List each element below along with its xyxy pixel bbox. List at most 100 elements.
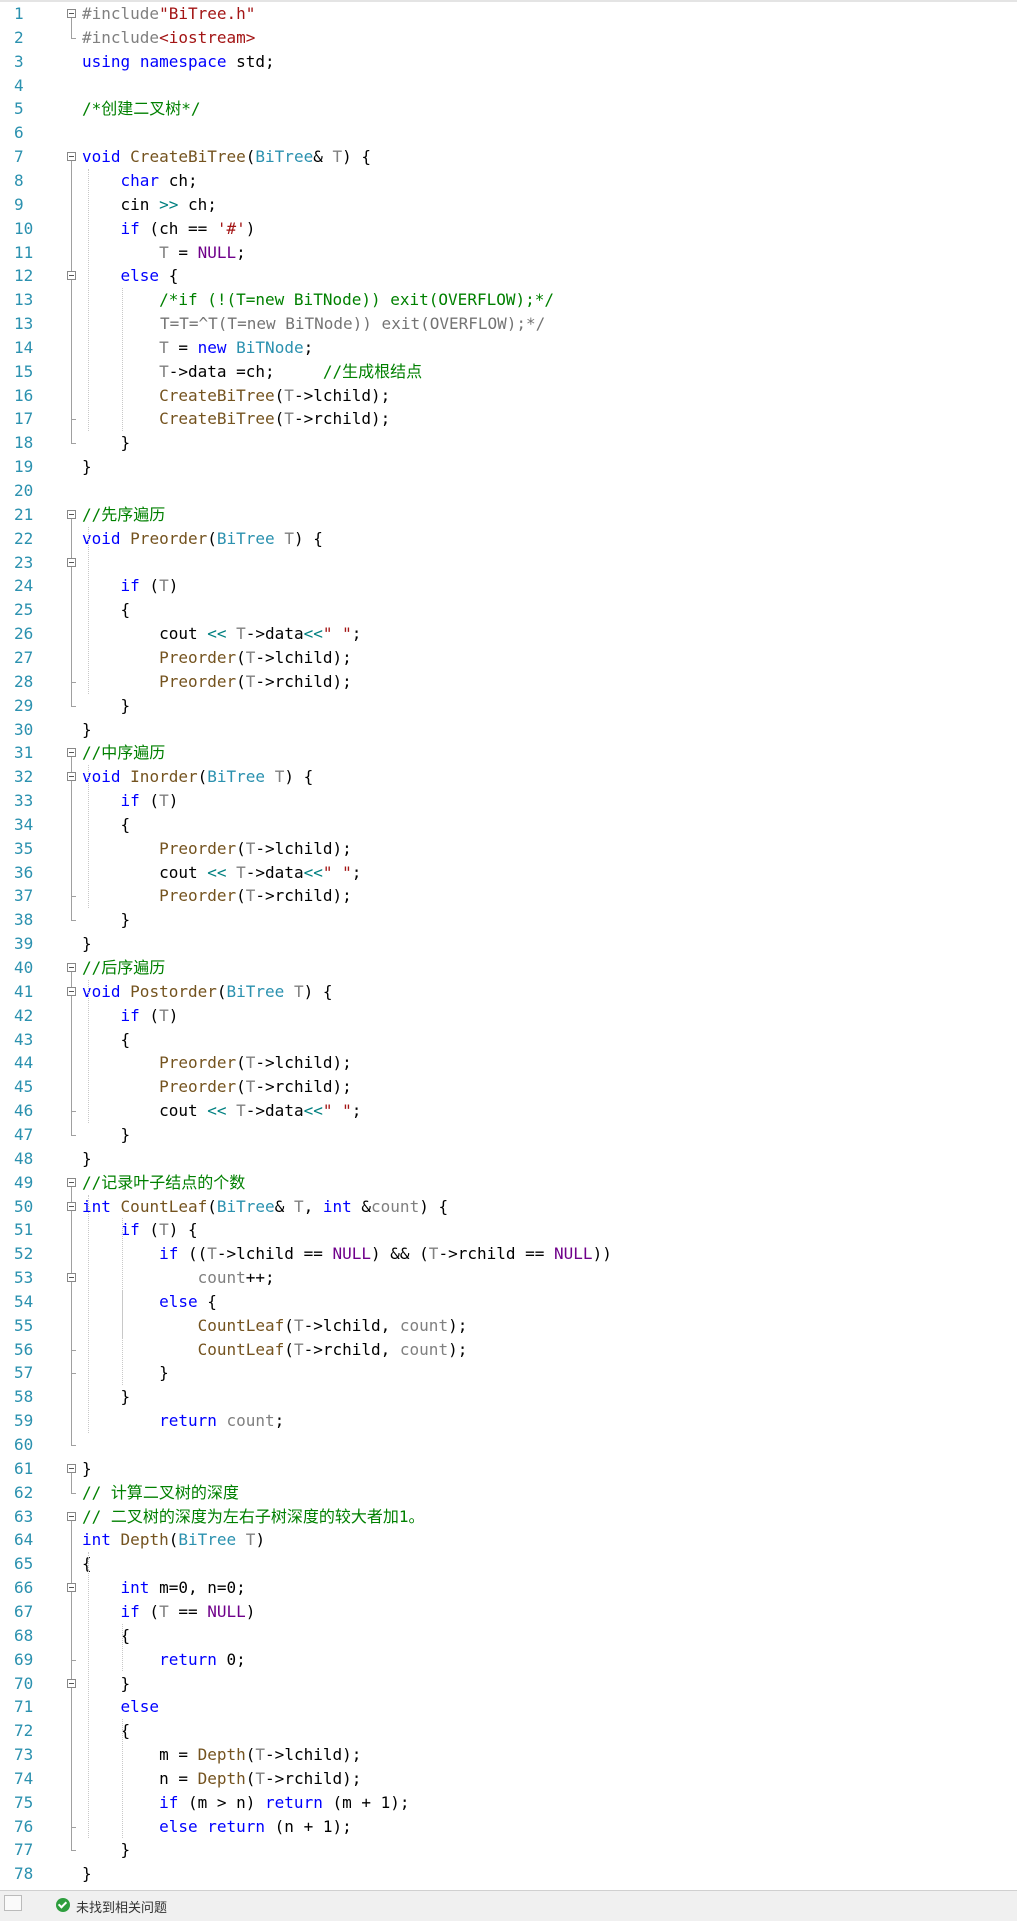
code-line[interactable]: T = NULL;: [82, 241, 246, 265]
code-line[interactable]: T->data =ch; //生成根结点: [82, 360, 422, 384]
code-line[interactable]: }: [82, 694, 131, 718]
code-line[interactable]: return count;: [82, 1409, 284, 1433]
code-line[interactable]: void CreateBiTree(BiTree& T) {: [82, 145, 371, 169]
code-line[interactable]: Preorder(T->rchild);: [82, 1075, 352, 1099]
code-line[interactable]: {: [82, 1552, 92, 1576]
code-line[interactable]: Preorder(T->lchild);: [82, 1051, 352, 1075]
code-line[interactable]: void Inorder(BiTree T) {: [82, 765, 313, 789]
code-line[interactable]: }: [82, 908, 131, 932]
code-line[interactable]: else {: [82, 264, 179, 288]
line-number: 59: [14, 1411, 34, 1431]
code-line[interactable]: else {: [82, 1290, 217, 1314]
code-line[interactable]: m = Depth(T->lchild);: [82, 1743, 361, 1767]
code-line[interactable]: #include<iostream>: [82, 26, 255, 50]
fold-toggle-icon[interactable]: [67, 509, 76, 519]
code-line[interactable]: }: [82, 1862, 92, 1886]
line-number: 10: [14, 218, 34, 238]
code-line[interactable]: }: [82, 1672, 131, 1696]
fold-toggle-icon[interactable]: [67, 9, 76, 18]
code-line[interactable]: Preorder(T->rchild);: [82, 884, 352, 908]
code-line[interactable]: if (T): [82, 1004, 179, 1028]
code-line[interactable]: // 二叉树的深度为左右子树深度的较大者加1。: [82, 1505, 425, 1529]
code-line[interactable]: if (ch == '#'): [82, 217, 256, 241]
indent-guide: [88, 765, 89, 909]
code-line[interactable]: }: [82, 1838, 131, 1862]
fold-toggle-icon[interactable]: [67, 1678, 76, 1688]
code-line[interactable]: }: [82, 1123, 131, 1147]
code-line[interactable]: }: [82, 1457, 92, 1481]
code-line[interactable]: using namespace std;: [82, 50, 275, 74]
code-line[interactable]: count++;: [82, 1266, 275, 1290]
code-line[interactable]: //先序遍历: [82, 503, 165, 527]
fold-toggle-icon[interactable]: [67, 772, 76, 782]
code-line[interactable]: void Postorder(BiTree T) {: [82, 980, 333, 1004]
code-line[interactable]: void Preorder(BiTree T) {: [82, 527, 323, 551]
code-line[interactable]: }: [82, 431, 131, 455]
code-line[interactable]: }: [82, 455, 92, 479]
code-line[interactable]: else: [82, 1695, 160, 1719]
fold-toggle-icon[interactable]: [67, 1583, 76, 1593]
code-line[interactable]: if ((T->lchild == NULL) && (T->rchild ==…: [82, 1242, 612, 1266]
line-number: 35: [14, 838, 34, 858]
code-line[interactable]: CreateBiTree(T->rchild);: [82, 407, 390, 431]
code-line[interactable]: if (T) {: [82, 1218, 198, 1242]
code-line[interactable]: }: [82, 718, 92, 742]
code-line[interactable]: {: [82, 598, 131, 622]
code-editor[interactable]: 1 #include"BiTree.h" 2 #include<iostream> 3 u…: [0, 0, 1017, 1890]
code-line[interactable]: cin >> ch;: [82, 193, 217, 217]
code-line[interactable]: int CountLeaf(BiTree& T, int &count) {: [82, 1195, 448, 1219]
code-line[interactable]: /*创建二叉树*/: [82, 97, 201, 121]
fold-toggle-icon[interactable]: [67, 152, 76, 162]
line-number: 42: [14, 1005, 34, 1025]
line-number: 34: [14, 814, 34, 834]
code-line[interactable]: n = Depth(T->rchild);: [82, 1767, 361, 1791]
code-line[interactable]: }: [82, 1147, 92, 1171]
fold-toggle-icon[interactable]: [67, 986, 76, 996]
code-line[interactable]: }: [82, 1361, 169, 1385]
code-line[interactable]: cout << T->data<<" ";: [82, 861, 361, 885]
fold-range-end: [71, 1373, 76, 1375]
code-line[interactable]: #include"BiTree.h": [82, 2, 255, 26]
code-line[interactable]: if (T): [82, 789, 179, 813]
code-line[interactable]: /*if (!(T=new BiTNode)) exit(OVERFLOW);*…: [82, 288, 554, 312]
code-line[interactable]: //后序遍历: [82, 956, 165, 980]
fold-range-end: [71, 681, 76, 683]
code-line[interactable]: cout << T->data<<" ";: [82, 1099, 361, 1123]
fold-toggle-icon[interactable]: [67, 557, 76, 567]
code-line[interactable]: cout << T->data<<" ";: [82, 622, 361, 646]
fold-toggle-icon[interactable]: [67, 271, 76, 281]
code-line[interactable]: Preorder(T->lchild);: [82, 837, 352, 861]
code-line[interactable]: CountLeaf(T->rchild, count);: [82, 1338, 468, 1362]
fold-toggle-icon[interactable]: [67, 1463, 76, 1473]
code-line[interactable]: }: [82, 1385, 131, 1409]
code-line[interactable]: }: [82, 932, 92, 956]
code-line[interactable]: // 计算二叉树的深度: [82, 1481, 239, 1505]
code-line[interactable]: //中序遍历: [82, 741, 165, 765]
code-line[interactable]: T = new BiTNode;: [82, 336, 313, 360]
fold-toggle-icon[interactable]: [67, 1273, 76, 1283]
code-line[interactable]: int Depth(BiTree T): [82, 1528, 265, 1552]
fold-toggle-icon[interactable]: [67, 1177, 76, 1187]
code-line[interactable]: //记录叶子结点的个数: [82, 1171, 245, 1195]
line-number: 2: [14, 27, 24, 47]
fold-toggle-icon[interactable]: [67, 748, 76, 758]
code-line[interactable]: Preorder(T->rchild);: [82, 670, 352, 694]
code-line[interactable]: Preorder(T->lchild);: [82, 646, 352, 670]
fold-toggle-icon[interactable]: [67, 1201, 76, 1211]
line-number: 22: [14, 528, 34, 548]
code-line[interactable]: {: [82, 1028, 131, 1052]
code-line[interactable]: return 0;: [82, 1648, 246, 1672]
code-line[interactable]: if (T): [82, 574, 179, 598]
line-number: 57: [14, 1363, 34, 1383]
code-line[interactable]: int m=0, n=0;: [82, 1576, 246, 1600]
code-line[interactable]: char ch;: [82, 169, 198, 193]
code-line[interactable]: if (T == NULL): [82, 1600, 256, 1624]
fold-toggle-icon[interactable]: [67, 1511, 76, 1521]
issues-status-text[interactable]: 未找到相关问题: [76, 1897, 167, 1916]
code-line[interactable]: CreateBiTree(T->lchild);: [82, 384, 390, 408]
code-line[interactable]: if (m > n) return (m + 1);: [82, 1791, 409, 1815]
code-line[interactable]: {: [82, 813, 131, 837]
fold-toggle-icon[interactable]: [67, 963, 76, 972]
zoom-dropdown[interactable]: [4, 1895, 22, 1911]
code-line[interactable]: CountLeaf(T->lchild, count);: [82, 1314, 468, 1338]
